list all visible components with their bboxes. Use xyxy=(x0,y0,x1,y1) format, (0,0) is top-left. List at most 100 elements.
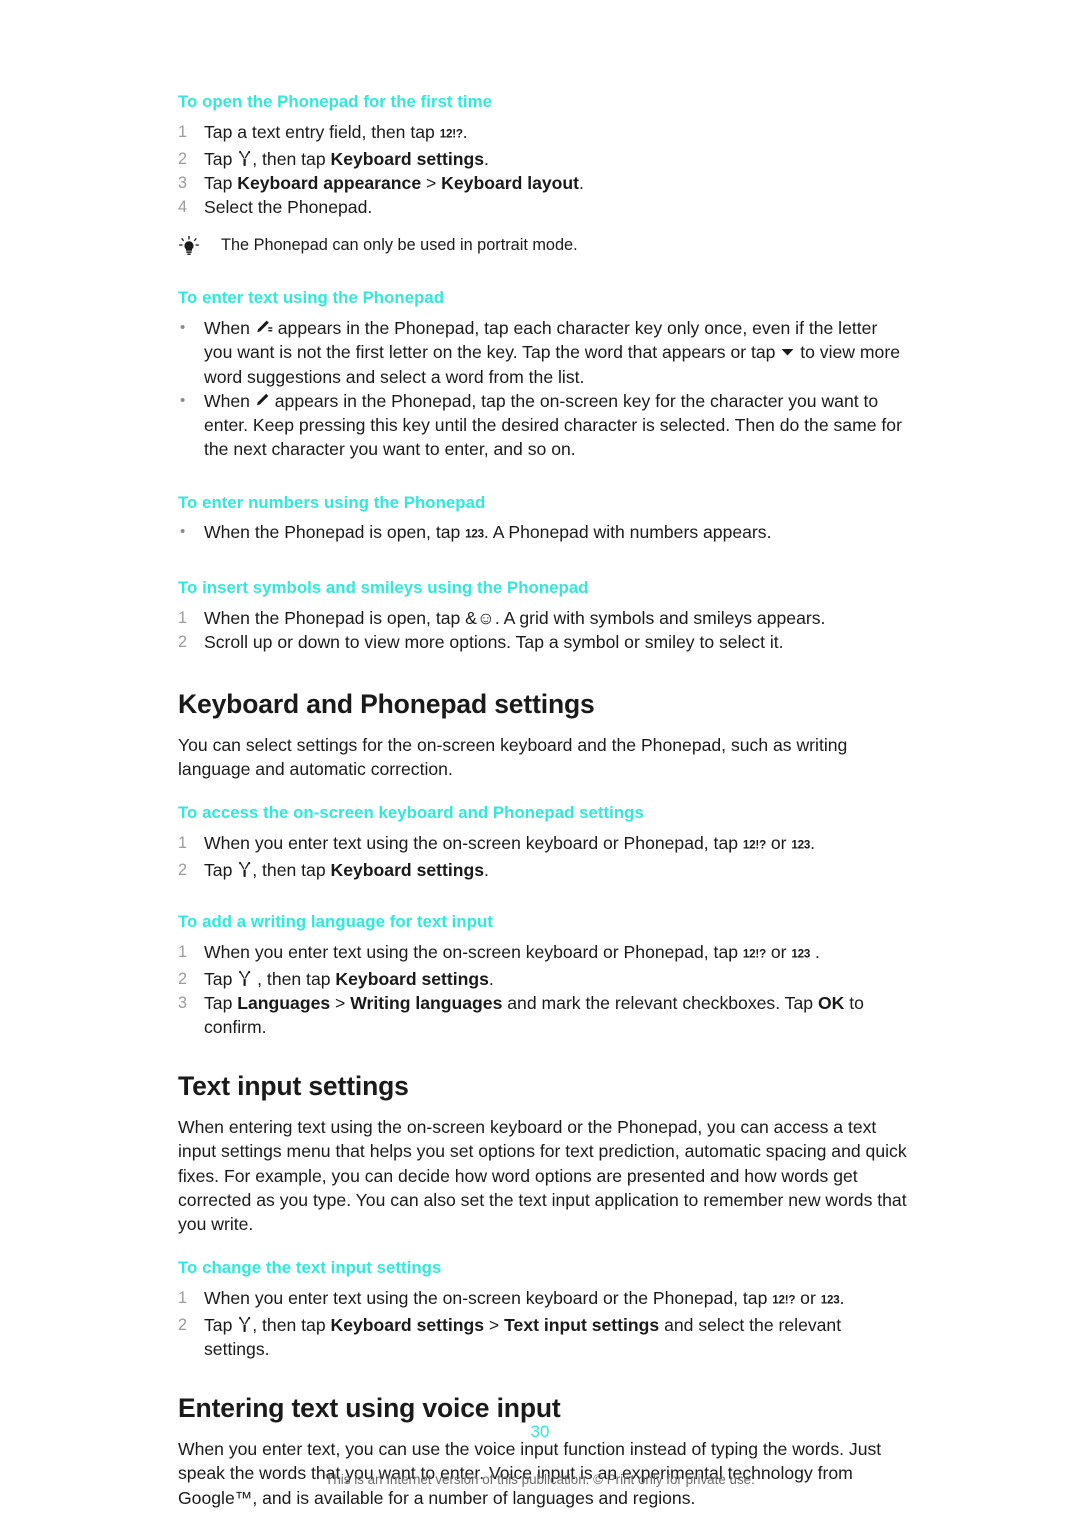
section-heading-change-text-input: To change the text input settings xyxy=(178,1258,442,1278)
wrench-icon xyxy=(237,861,252,878)
step-text-pre: Tap xyxy=(204,968,238,989)
ui-label-keyboard-layout: Keyboard layout xyxy=(441,172,580,193)
wrench-icon xyxy=(237,1316,252,1333)
list-item: • When appears in the Phonepad, tap the … xyxy=(178,389,910,462)
document-page: To open the Phonepad for the first time … xyxy=(0,0,1080,1527)
pencil-icon xyxy=(255,392,270,409)
step-text-post: . xyxy=(484,859,489,880)
step-text-pre: Tap a text entry field, then tap xyxy=(204,121,440,142)
wrench-icon xyxy=(237,970,252,987)
list-item: 1 When the Phonepad is open, tap &☺. A g… xyxy=(178,606,910,630)
steps-open-phonepad: 1 Tap a text entry field, then tap 12!?.… xyxy=(178,120,910,219)
step-text-pre: Tap xyxy=(204,992,238,1013)
list-item: 2 Tap , then tap Keyboard settings. xyxy=(178,967,910,991)
step-text-mid: or xyxy=(765,832,792,853)
list-item: 1 Tap a text entry field, then tap 12!?. xyxy=(178,120,910,147)
path-separator: > xyxy=(484,1314,505,1335)
intro-text-input-settings: When entering text using the on-screen k… xyxy=(178,1117,907,1234)
list-item: 2 Tap , then tap Keyboard settings. xyxy=(178,858,910,882)
tip-text: The Phonepad can only be used in portrai… xyxy=(221,236,578,255)
step-number: 1 xyxy=(178,833,188,852)
bullet-marker: • xyxy=(180,523,186,541)
step-number: 3 xyxy=(178,993,188,1012)
bullet-text-post: . A Phonepad with numbers appears. xyxy=(483,522,772,543)
list-item: 2 Tap , then tap Keyboard settings. xyxy=(178,147,910,171)
step-number: 1 xyxy=(178,942,188,961)
ui-label-writing-languages: Writing languages xyxy=(350,992,503,1013)
ui-label-languages: Languages xyxy=(237,992,331,1013)
section-heading-enter-text: To enter text using the Phonepad xyxy=(178,288,445,308)
list-item: 1 When you enter text using the on-scree… xyxy=(178,940,910,967)
ui-label-keyboard-appearance: Keyboard appearance xyxy=(237,172,422,193)
key-123-icon: 123 xyxy=(465,527,484,541)
step-text-mid: and mark the relevant checkboxes. Tap xyxy=(502,992,818,1013)
list-item: 1 When you enter text using the on-scree… xyxy=(178,831,910,858)
key-12-symbols-icon: 12!? xyxy=(742,838,766,852)
section-heading-open-phonepad: To open the Phonepad for the first time xyxy=(178,92,492,111)
path-separator: > xyxy=(330,992,351,1013)
ui-label-keyboard-settings: Keyboard settings xyxy=(330,859,485,880)
bullet-text-p1: When xyxy=(204,318,255,339)
step-text-post: . xyxy=(462,121,468,142)
pencil-dashes-icon xyxy=(255,319,273,336)
key-123-icon: 123 xyxy=(791,947,811,961)
key-12-symbols-icon: 12!? xyxy=(772,1293,796,1307)
ui-label-keyboard-settings: Keyboard settings xyxy=(335,968,489,989)
ui-label-text-input-settings: Text input settings xyxy=(504,1314,660,1335)
key-123-icon: 123 xyxy=(820,1293,840,1307)
step-text-mid: , then tap xyxy=(252,1314,331,1335)
bullet-text-p2: appears in the Phonepad, tap the on-scre… xyxy=(204,390,902,460)
section-heading-access-settings: To access the on-screen keyboard and Pho… xyxy=(178,802,644,822)
key-12-symbols-icon: 12!? xyxy=(439,127,463,141)
step-text-pre: When you enter text using the on-screen … xyxy=(204,941,743,962)
step-text-post: . xyxy=(488,968,494,989)
step-number: 3 xyxy=(178,173,188,192)
step-text-pre: When the Phonepad is open, tap xyxy=(204,608,466,629)
step-number: 2 xyxy=(178,860,188,879)
step-number: 2 xyxy=(178,149,188,168)
step-text-pre: Tap xyxy=(204,1314,238,1335)
steps-access-settings: 1 When you enter text using the on-scree… xyxy=(178,831,910,882)
step-text-pre: When you enter text using the on-screen … xyxy=(204,832,743,853)
step-text-mid: , then tap xyxy=(252,968,336,989)
page-number: 30 xyxy=(530,1422,550,1441)
bullets-enter-text: • When appears in the Phonepad, tap each… xyxy=(178,316,910,461)
bullet-marker: • xyxy=(180,391,186,409)
list-item: 4 Select the Phonepad. xyxy=(178,195,910,219)
page-title-keyboard-phonepad-settings: Keyboard and Phonepad settings xyxy=(178,688,595,719)
steps-add-language: 1 When you enter text using the on-scree… xyxy=(178,940,910,1039)
page-title-text-input-settings: Text input settings xyxy=(178,1071,409,1102)
list-item: • When the Phonepad is open, tap 123. A … xyxy=(178,520,910,547)
bullet-marker: • xyxy=(180,319,186,337)
step-text-mid: or xyxy=(765,941,792,962)
bullets-enter-numbers: • When the Phonepad is open, tap 123. A … xyxy=(178,520,910,547)
step-text: Select the Phonepad. xyxy=(204,197,373,218)
steps-change-text-input: 1 When you enter text using the on-scree… xyxy=(178,1286,910,1361)
key-amp-smiley-icon: &☺ xyxy=(465,608,495,629)
step-text-post: . A grid with symbols and smileys appear… xyxy=(494,608,826,629)
bullet-text-p1: When xyxy=(204,390,255,411)
list-item: 2 Tap , then tap Keyboard settings > Tex… xyxy=(178,1313,910,1361)
step-text-pre: When you enter text using the on-screen … xyxy=(204,1288,773,1309)
ui-label-keyboard-settings: Keyboard settings xyxy=(330,148,485,169)
key-123-icon: 123 xyxy=(791,838,811,852)
step-number: 2 xyxy=(178,633,188,652)
list-item: 3 Tap Keyboard appearance > Keyboard lay… xyxy=(178,171,910,195)
step-text: Scroll up or down to view more options. … xyxy=(204,632,784,653)
step-text-post: . xyxy=(839,1288,845,1309)
light-bulb-icon xyxy=(178,235,200,257)
list-item: 2 Scroll up or down to view more options… xyxy=(178,630,910,654)
steps-insert-symbols: 1 When the Phonepad is open, tap &☺. A g… xyxy=(178,606,910,654)
step-text-pre: Tap xyxy=(204,172,238,193)
step-number: 4 xyxy=(178,198,188,217)
step-number: 2 xyxy=(178,969,188,988)
step-text-mid: or xyxy=(795,1288,821,1309)
step-number: 1 xyxy=(178,122,188,141)
step-text-mid: , then tap xyxy=(252,859,331,880)
wrench-icon xyxy=(237,150,252,167)
section-heading-add-language: To add a writing language for text input xyxy=(178,911,493,931)
step-text-pre: Tap xyxy=(204,859,238,880)
footer-note: This is an Internet version of this publ… xyxy=(325,1472,755,1487)
bullet-text-pre: When the Phonepad is open, tap xyxy=(204,522,466,543)
ui-label-keyboard-settings: Keyboard settings xyxy=(330,1314,485,1335)
